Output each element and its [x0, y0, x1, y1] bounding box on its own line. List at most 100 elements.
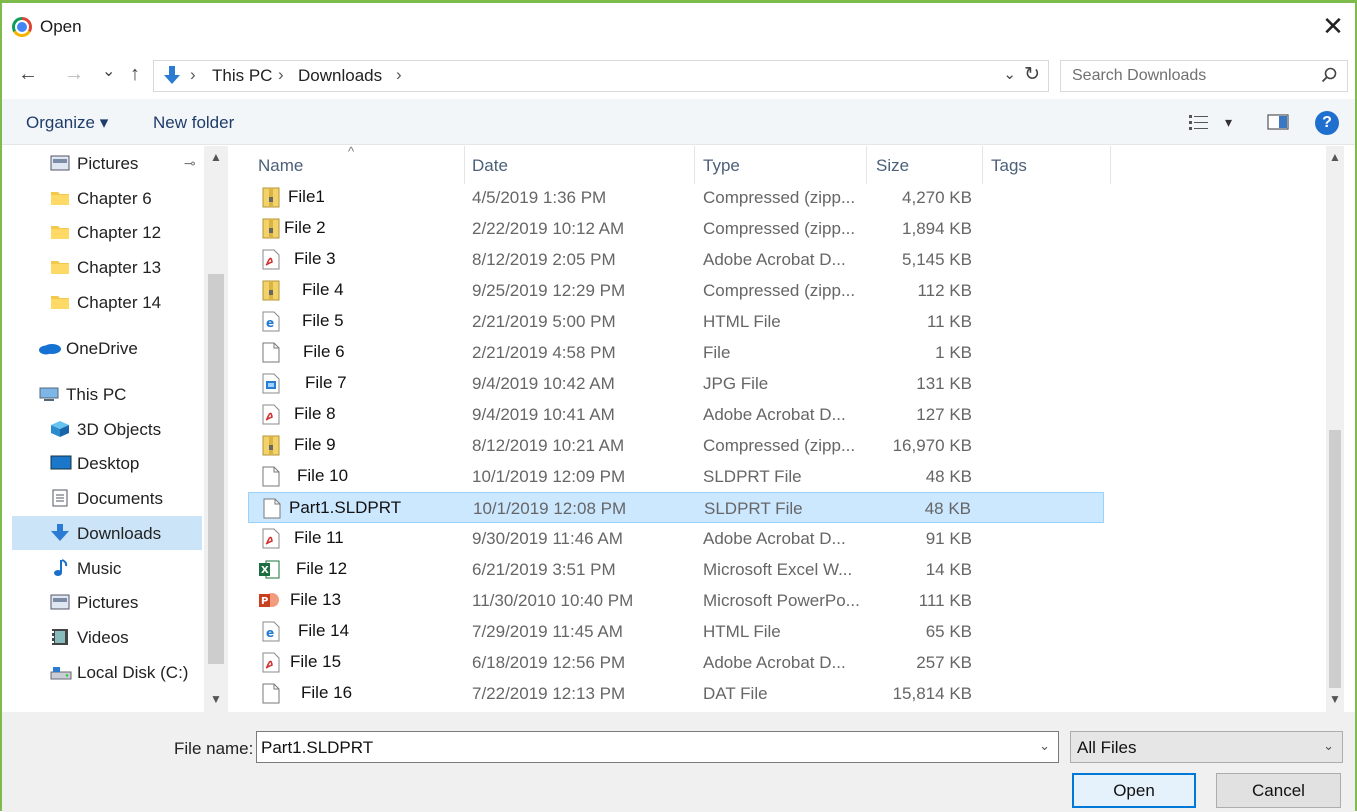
- scroll-up-icon[interactable]: ▲: [1329, 150, 1341, 164]
- sidebar-item-music[interactable]: Music: [12, 551, 202, 585]
- refresh-button[interactable]: ↻: [1024, 63, 1040, 86]
- preview-pane-icon[interactable]: [1267, 113, 1289, 131]
- file-row[interactable]: File 7 9/4/2019 10:42 AM JPG File 131 KB: [248, 368, 1104, 399]
- new-folder-button[interactable]: New folder: [153, 113, 234, 133]
- powerpoint-icon: P: [258, 590, 279, 611]
- sidebar-item-videos[interactable]: Videos: [12, 620, 202, 654]
- file-name-input[interactable]: Part1.SLDPRT ⌄: [256, 731, 1059, 763]
- file-date: 9/30/2019 11:46 AM: [472, 529, 623, 548]
- file-row[interactable]: e File 5 2/21/2019 5:00 PM HTML File 11 KB: [248, 306, 1104, 337]
- file-type: JPG File: [703, 374, 769, 393]
- file-name: File 13: [290, 590, 342, 609]
- open-button[interactable]: Open: [1072, 773, 1196, 808]
- file-row[interactable]: File 3 8/12/2019 2:05 PM Adobe Acrobat D..…: [248, 244, 1104, 275]
- breadcrumb-separator[interactable]: ›: [396, 65, 402, 85]
- breadcrumb-downloads[interactable]: Downloads: [298, 66, 382, 86]
- search-box[interactable]: Search Downloads: [1060, 60, 1348, 92]
- file-row[interactable]: e File 14 7/29/2019 11:45 AM HTML File 65 KB: [248, 616, 1104, 647]
- column-divider[interactable]: [1110, 146, 1111, 184]
- help-button[interactable]: ?: [1315, 111, 1339, 135]
- sidebar-item-label: Chapter 12: [77, 223, 162, 242]
- recent-locations-button[interactable]: ⌄: [102, 61, 115, 81]
- search-icon: [1321, 67, 1337, 83]
- zip-icon: [262, 187, 280, 208]
- file-row[interactable]: X File 12 6/21/2019 3:51 PM Microsoft Excel…: [248, 554, 1104, 585]
- column-header-name[interactable]: Name: [258, 156, 303, 176]
- sidebar-item-onedrive[interactable]: OneDrive: [12, 331, 202, 365]
- file-row[interactable]: File 15 6/18/2019 12:56 PM Adobe Acrobat D…: [248, 647, 1104, 678]
- file-name-value[interactable]: Part1.SLDPRT: [261, 738, 373, 758]
- cancel-button[interactable]: Cancel: [1216, 773, 1341, 808]
- view-options-icon[interactable]: [1188, 113, 1210, 131]
- sidebar-item-pictures[interactable]: Pictures: [12, 585, 202, 619]
- column-header-tags[interactable]: Tags: [991, 156, 1027, 176]
- navigation-pane: ▲ ▼ Pictures ⊸ Chapter 6 Chapter 12 Chapter …: [12, 146, 228, 712]
- column-divider[interactable]: [694, 146, 695, 184]
- sidebar-item-local-disk-c[interactable]: Local Disk (C:): [12, 655, 202, 689]
- blank-file-icon: [262, 683, 280, 704]
- file-date: 8/12/2019 2:05 PM: [472, 250, 616, 269]
- html-icon: e: [262, 621, 280, 642]
- folder-icon: [50, 223, 70, 241]
- sidebar-item-desktop[interactable]: Desktop: [12, 446, 202, 480]
- sidebar-item-chapter-6[interactable]: Chapter 6: [12, 181, 202, 215]
- file-list-scrollbar[interactable]: ▲ ▼: [1326, 146, 1344, 712]
- column-header-date[interactable]: Date: [472, 156, 508, 176]
- navigation-scrollbar[interactable]: ▲ ▼: [204, 146, 228, 712]
- breadcrumb-this-pc[interactable]: This PC: [212, 66, 272, 86]
- sidebar-item-chapter-12[interactable]: Chapter 12: [12, 215, 202, 249]
- file-row[interactable]: File 11 9/30/2019 11:46 AM Adobe Acrobat D…: [248, 523, 1104, 554]
- back-button[interactable]: ←: [18, 63, 38, 86]
- local-disk-icon: [50, 663, 72, 681]
- address-dropdown-button[interactable]: ⌄: [1003, 65, 1016, 83]
- column-header-size[interactable]: Size: [876, 156, 909, 176]
- sidebar-item-this-pc[interactable]: This PC: [12, 377, 202, 411]
- file-date: 7/29/2019 11:45 AM: [472, 622, 623, 641]
- close-button[interactable]: ✕: [1317, 11, 1349, 43]
- scroll-down-icon[interactable]: ▼: [1329, 692, 1341, 706]
- file-date: 8/12/2019 10:21 AM: [472, 436, 625, 455]
- file-date: 4/5/2019 1:36 PM: [472, 188, 607, 207]
- column-header-type[interactable]: Type: [703, 156, 740, 176]
- scroll-down-icon[interactable]: ▼: [210, 692, 222, 706]
- sidebar-item-pictures[interactable]: Pictures ⊸: [12, 146, 202, 180]
- file-size: 16,970 KB: [892, 436, 972, 455]
- sidebar-item-downloads[interactable]: Downloads: [12, 516, 202, 550]
- desktop-icon: [50, 454, 72, 472]
- sidebar-item-chapter-13[interactable]: Chapter 13: [12, 250, 202, 284]
- column-divider[interactable]: [982, 146, 983, 184]
- file-row[interactable]: P File 13 11/30/2010 10:40 PM Microsoft Pow…: [248, 585, 1104, 616]
- organize-button[interactable]: Organize ▾: [26, 113, 108, 133]
- scrollbar-thumb[interactable]: [208, 274, 224, 664]
- file-date: 9/4/2019 10:41 AM: [472, 405, 615, 424]
- file-row[interactable]: File 2 2/22/2019 10:12 AM Compressed (zipp…: [248, 213, 1104, 244]
- file-row[interactable]: File 16 7/22/2019 12:13 PM DAT File 15,814 …: [248, 678, 1104, 709]
- view-dropdown-button[interactable]: ▾: [1225, 114, 1232, 131]
- column-divider[interactable]: [464, 146, 465, 184]
- sidebar-item-chapter-14[interactable]: Chapter 14: [12, 285, 202, 319]
- scrollbar-thumb[interactable]: [1329, 430, 1341, 688]
- zip-icon: [262, 280, 280, 301]
- scroll-up-icon[interactable]: ▲: [210, 150, 222, 164]
- file-row[interactable]: File 8 9/4/2019 10:41 AM Adobe Acrobat D..…: [248, 399, 1104, 430]
- file-name: File 7: [305, 373, 347, 392]
- file-row[interactable]: File 9 8/12/2019 10:21 AM Compressed (zipp…: [248, 430, 1104, 461]
- sidebar-item-documents[interactable]: Documents: [12, 481, 202, 515]
- file-type-select[interactable]: All Files ⌄: [1070, 731, 1343, 763]
- file-date: 2/22/2019 10:12 AM: [472, 219, 625, 238]
- column-divider[interactable]: [866, 146, 867, 184]
- address-bar[interactable]: › This PC › Downloads › ⌄ ↻: [153, 60, 1049, 92]
- pin-icon[interactable]: ⊸: [184, 156, 196, 172]
- sidebar-item-3d-objects[interactable]: 3D Objects: [12, 412, 202, 446]
- file-row[interactable]: File 6 2/21/2019 4:58 PM File 1 KB: [248, 337, 1104, 368]
- file-row[interactable]: File 4 9/25/2019 12:29 PM Compressed (zipp…: [248, 275, 1104, 306]
- file-row[interactable]: Part1.SLDPRT 10/1/2019 12:08 PM SLDPRT Fil…: [248, 492, 1104, 523]
- file-row[interactable]: File 10 10/1/2019 12:09 PM SLDPRT File 48 K…: [248, 461, 1104, 492]
- chevron-down-icon[interactable]: ⌄: [1323, 738, 1334, 754]
- up-button[interactable]: ↑: [130, 63, 140, 86]
- sort-indicator-icon: ^: [348, 144, 355, 159]
- chevron-down-icon[interactable]: ⌄: [1039, 738, 1050, 754]
- file-row[interactable]: File1 4/5/2019 1:36 PM Compressed (zipp...…: [248, 182, 1104, 213]
- zip-icon: [262, 218, 280, 239]
- forward-button[interactable]: →: [64, 63, 84, 86]
